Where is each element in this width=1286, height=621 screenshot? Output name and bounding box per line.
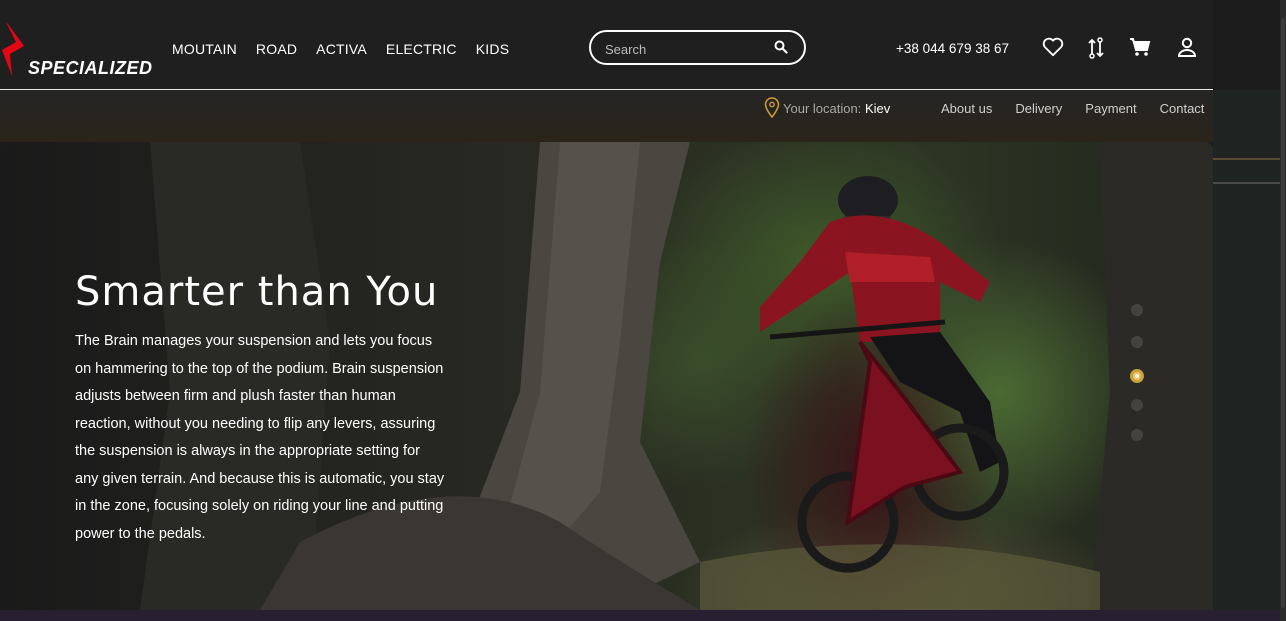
link-about-us[interactable]: About us xyxy=(941,101,992,116)
location-city: Kiev xyxy=(864,101,891,116)
side-strip xyxy=(1213,90,1286,621)
location-label: Your location: xyxy=(783,101,862,116)
nav-item-kids[interactable]: KIDS xyxy=(476,41,509,57)
sub-header: Your location: Kiev About us Delivery Pa… xyxy=(0,90,1213,142)
cart-icon[interactable] xyxy=(1129,37,1151,57)
location-pin-icon xyxy=(764,97,780,119)
nav-item-electric[interactable]: ELECTRIC xyxy=(386,41,457,57)
brand-logo[interactable]: SPECIALIZED xyxy=(0,20,153,78)
divider xyxy=(1213,182,1286,184)
info-links: About us Delivery Payment Contact xyxy=(941,101,1204,116)
phone-number[interactable]: +38 044 679 38 67 xyxy=(896,41,1009,56)
search-box xyxy=(589,30,806,65)
heart-icon[interactable] xyxy=(1042,37,1064,57)
hero-slider: Smarter than You The Brain manages your … xyxy=(0,142,1213,610)
site-header: SPECIALIZED MOUTAIN ROAD ACTIVA ELECTRIC… xyxy=(0,0,1213,90)
nav-item-activa[interactable]: ACTIVA xyxy=(316,41,367,57)
nav-item-moutain[interactable]: MOUTAIN xyxy=(172,41,237,57)
user-icon[interactable] xyxy=(1177,37,1197,57)
taskbar-strip xyxy=(0,610,1280,621)
link-payment[interactable]: Payment xyxy=(1085,101,1136,116)
slider-dot-active[interactable] xyxy=(1130,369,1144,383)
hero-description: The Brain manages your suspension and le… xyxy=(75,333,445,542)
link-delivery[interactable]: Delivery xyxy=(1015,101,1062,116)
search-icon[interactable] xyxy=(774,40,788,54)
compare-icon[interactable] xyxy=(1086,37,1106,59)
location-selector[interactable]: Your location: Kiev xyxy=(783,101,890,116)
main-nav: MOUTAIN ROAD ACTIVA ELECTRIC KIDS xyxy=(172,41,509,57)
search-input[interactable] xyxy=(603,38,767,60)
slider-dot[interactable] xyxy=(1131,336,1143,348)
hero-title: Smarter than You xyxy=(75,269,439,315)
slider-dot[interactable] xyxy=(1131,429,1143,441)
slider-dot[interactable] xyxy=(1131,304,1143,316)
nav-item-road[interactable]: ROAD xyxy=(256,41,297,57)
specialized-s-icon xyxy=(2,22,24,76)
link-contact[interactable]: Contact xyxy=(1160,101,1205,116)
slider-dot[interactable] xyxy=(1131,399,1143,411)
brand-name: SPECIALIZED xyxy=(28,58,153,78)
divider xyxy=(1213,158,1286,160)
scrollbar-thumb[interactable] xyxy=(1281,18,1285,608)
